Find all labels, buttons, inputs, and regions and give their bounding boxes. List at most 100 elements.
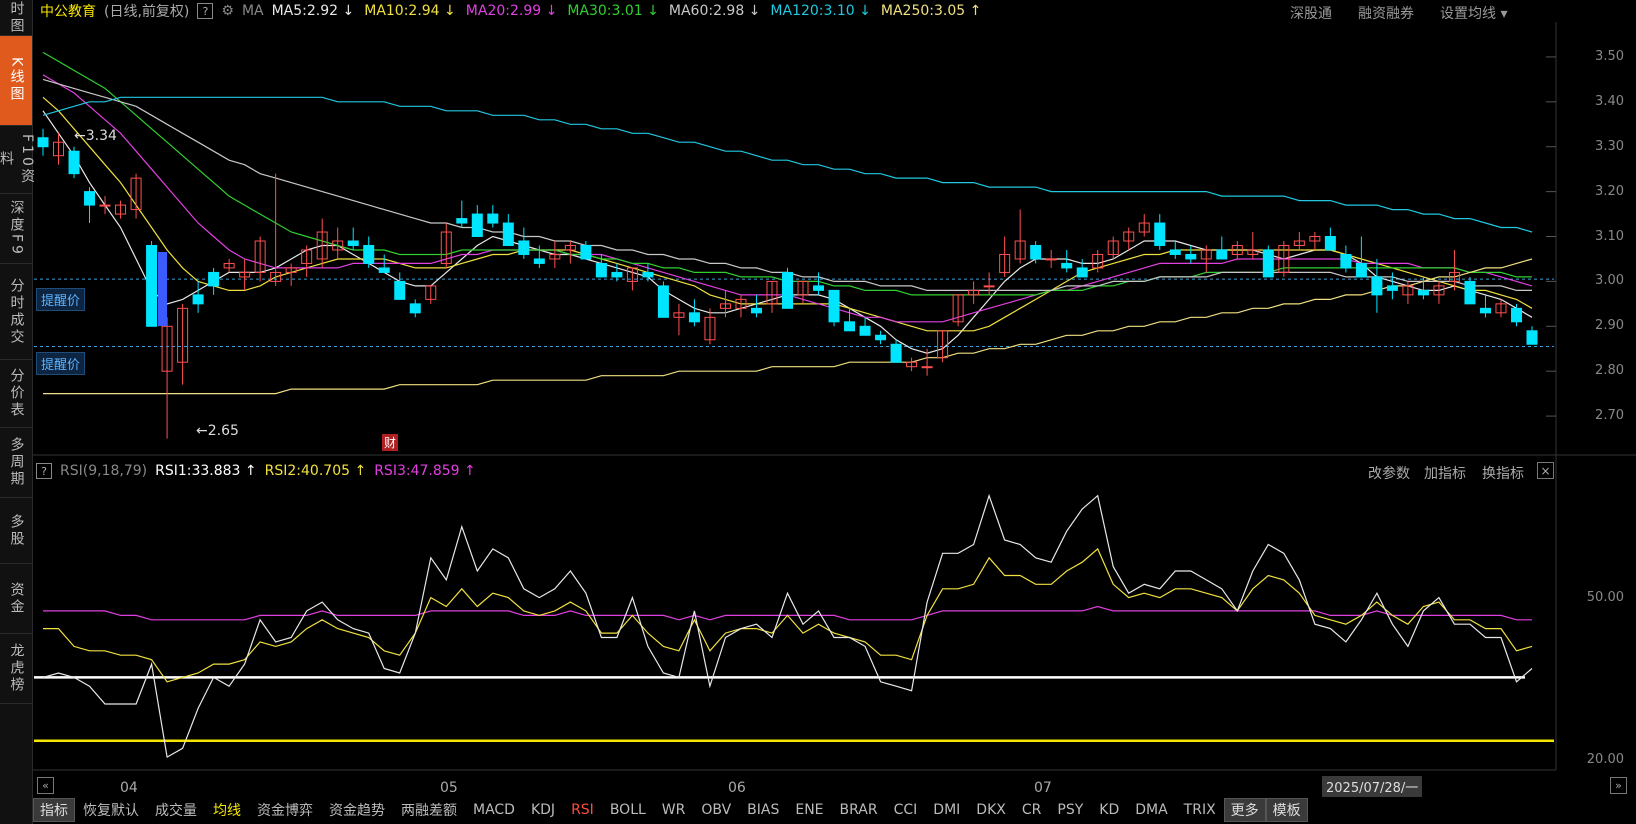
price-axis-label: 3.10 xyxy=(1595,228,1624,244)
indicator-tab[interactable]: WR xyxy=(654,802,694,818)
left-nav-item[interactable]: F10资料 xyxy=(0,126,35,194)
candle-body xyxy=(657,285,669,318)
candle-body xyxy=(890,343,902,363)
financial-report-badge[interactable]: 财 xyxy=(382,434,399,451)
set-ma-button[interactable]: 设置均线 ▾ xyxy=(1440,3,1507,23)
candle-body xyxy=(115,204,127,215)
indicator-tab[interactable]: RSI xyxy=(563,802,602,818)
left-nav-item[interactable]: 多股 xyxy=(0,498,32,564)
candle-body xyxy=(1030,244,1042,260)
indicator-tab[interactable]: DKX xyxy=(968,802,1014,818)
candle-body xyxy=(270,271,282,282)
left-nav-item[interactable]: 分时成交 xyxy=(0,264,32,360)
candle-body xyxy=(844,321,856,332)
indicator-tab[interactable]: DMA xyxy=(1127,802,1175,818)
scroll-right-icon[interactable]: » xyxy=(1610,777,1627,794)
modify-params-button[interactable]: 改参数 xyxy=(1368,463,1410,483)
rsi-help-button[interactable]: ? xyxy=(36,463,52,479)
ma5-line xyxy=(42,110,1533,354)
candle-body xyxy=(704,316,716,341)
left-nav-item[interactable]: 分价表 xyxy=(0,360,32,428)
indicator-tab[interactable]: KDJ xyxy=(523,802,563,818)
left-nav-label: 龙虎榜 xyxy=(8,643,25,694)
candle-body xyxy=(999,253,1011,273)
candle-body xyxy=(471,213,483,238)
alert-price-tag[interactable]: 提醒价 xyxy=(36,288,86,311)
candle-body xyxy=(642,271,654,278)
candle-body xyxy=(316,231,328,260)
candle-body xyxy=(518,240,530,255)
indicator-tab[interactable]: BOLL xyxy=(602,802,654,818)
indicator-tab[interactable]: 资金趋势 xyxy=(321,800,393,820)
indicator-tab[interactable]: CCI xyxy=(886,802,926,818)
help-button[interactable]: ? xyxy=(197,3,214,19)
left-nav-item[interactable]: 深度F9 xyxy=(0,194,32,264)
candle-body xyxy=(177,307,189,363)
indicator-tab[interactable]: KD xyxy=(1091,802,1127,818)
margin-trading-button[interactable]: 融资融券 xyxy=(1358,3,1414,23)
left-nav-item[interactable]: K线图 xyxy=(0,36,32,126)
indicator-tab[interactable]: OBV xyxy=(693,802,739,818)
indicator-tab[interactable]: DMI xyxy=(925,802,968,818)
add-indicator-button[interactable]: 加指标 xyxy=(1424,463,1466,483)
candle-body xyxy=(797,280,809,296)
highlight-bar xyxy=(158,252,167,326)
ma-indicator-value: MA10:2.94 ↓ xyxy=(364,3,456,19)
left-nav-item[interactable]: 资金 xyxy=(0,564,32,634)
left-nav-item[interactable]: 龙虎榜 xyxy=(0,634,32,704)
candle-body xyxy=(223,262,235,269)
indicator-tab[interactable]: 模板 xyxy=(1265,797,1308,822)
indicator-tab[interactable]: 指标 xyxy=(33,797,75,822)
indicator-tab[interactable]: 恢复默认 xyxy=(75,800,147,820)
alert-price-tag[interactable]: 提醒价 xyxy=(36,352,86,375)
month-label: 06 xyxy=(728,780,746,796)
candle-body xyxy=(859,325,871,336)
rsi-header: ? RSI(9,18,79) RSI1:33.883 ↑ RSI2:40.705… xyxy=(36,460,476,482)
gear-icon[interactable]: ⚙ xyxy=(221,3,234,19)
candle-body xyxy=(378,267,390,273)
indicator-tab[interactable]: 两融差额 xyxy=(393,800,465,820)
candle-body xyxy=(766,280,778,305)
candle-body xyxy=(549,253,561,260)
close-icon[interactable]: × xyxy=(1537,462,1554,479)
indicator-tab[interactable]: MACD xyxy=(465,802,523,818)
scroll-left-icon[interactable]: « xyxy=(37,777,54,794)
indicator-tab[interactable]: 更多 xyxy=(1223,797,1266,822)
rsi3-value: RSI3:47.859 ↑ xyxy=(374,463,476,479)
ma30-line xyxy=(42,51,1532,296)
candle-body xyxy=(68,150,80,175)
candle-body xyxy=(813,285,825,291)
indicator-tab[interactable]: TRIX xyxy=(1176,802,1224,818)
candle-body xyxy=(53,141,65,157)
indicator-tab[interactable]: CR xyxy=(1014,802,1050,818)
candle-body xyxy=(937,330,949,359)
indicator-tab[interactable]: 均线 xyxy=(205,800,249,820)
candle-body xyxy=(130,177,142,211)
ma-indicator-value: MA250:3.05 ↑ xyxy=(880,3,982,19)
indicator-tab[interactable]: PSY xyxy=(1049,802,1091,818)
price-axis-label: 2.90 xyxy=(1595,318,1624,334)
candle-body xyxy=(254,240,266,273)
candle-body xyxy=(673,312,685,318)
stock-name[interactable]: 中公教育 xyxy=(40,1,96,21)
indicator-tab[interactable]: 成交量 xyxy=(147,800,205,820)
indicator-tab[interactable]: BRAR xyxy=(832,802,886,818)
indicator-tab[interactable]: 资金博弈 xyxy=(249,800,321,820)
candle-body xyxy=(409,303,421,314)
candle-body xyxy=(1355,262,1367,278)
left-nav-item[interactable]: 时图 xyxy=(0,0,32,36)
price-axis-label: 3.40 xyxy=(1595,93,1624,109)
shenzhen-connect-button[interactable]: 深股通 xyxy=(1290,3,1332,23)
indicator-tab[interactable]: ENE xyxy=(787,802,831,818)
left-nav-item[interactable]: 多周期 xyxy=(0,428,32,498)
candle-body xyxy=(1293,240,1305,246)
indicator-tab[interactable]: BIAS xyxy=(739,802,787,818)
left-nav: 时图 K线图 F10资料 深度F9 分时成交 分价表 多周期 多股 资金龙虎榜 xyxy=(0,0,35,824)
price-axis-label: 3.00 xyxy=(1595,273,1624,289)
switch-indicator-button[interactable]: 换指标 xyxy=(1482,463,1524,483)
month-label: 07 xyxy=(1034,780,1052,796)
price-axis-label: 3.20 xyxy=(1595,183,1624,199)
rsi3-line xyxy=(43,605,1532,621)
candle-body xyxy=(1247,249,1259,255)
candle-body xyxy=(968,289,980,296)
